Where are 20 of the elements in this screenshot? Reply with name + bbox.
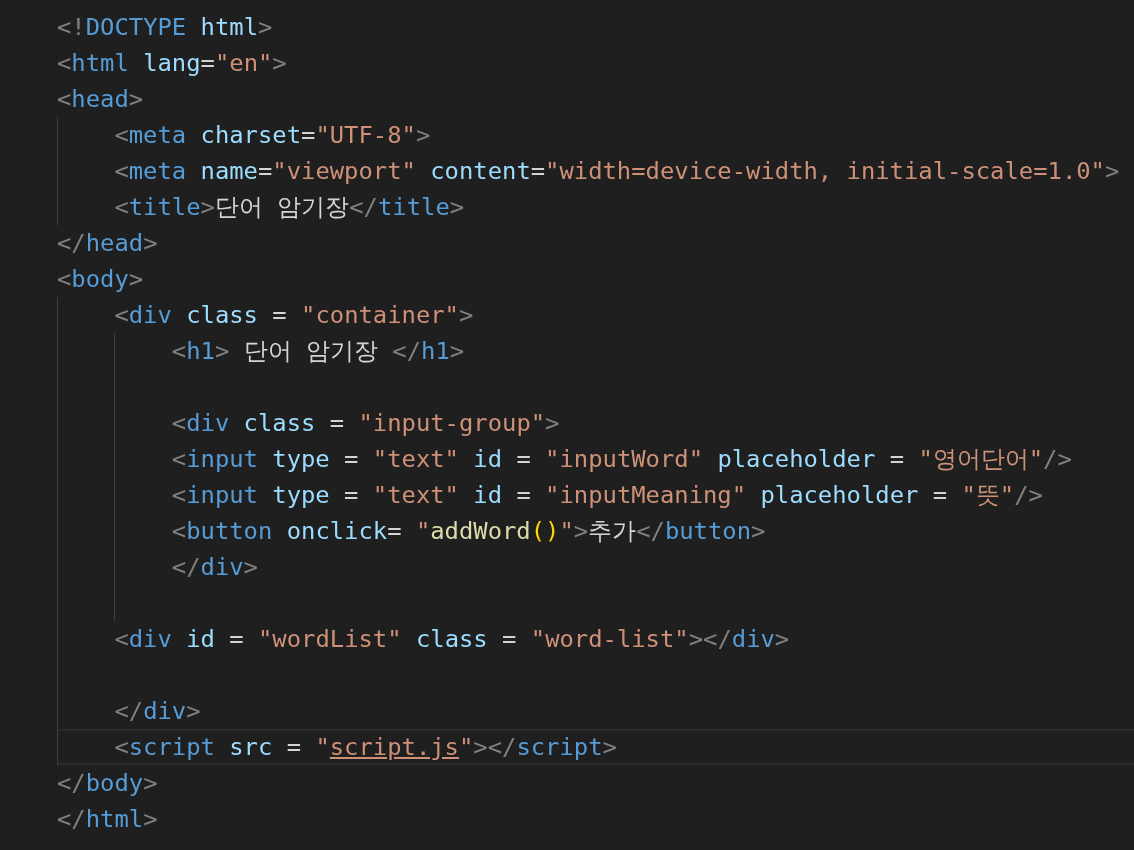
code-line: <div class = "container"> [114,301,474,329]
code-line: </div> [114,697,201,725]
code-line: <!DOCTYPE html> [57,13,273,41]
code-line: <h1> 단어 암기장 </h1> [171,336,465,367]
code-line: <input type = "text" id = "inputWord" placeholder = "영어단어"/> [171,444,1072,475]
code-line: <button onclick= "addWord()">추가</button> [171,516,766,547]
code-line: <meta name="viewport" content="width=device-width, initial-scale=1.0"> [114,157,1120,185]
code-line: </div> [171,553,258,581]
code-line: <head> [57,85,144,113]
code-line: </body> [57,769,158,797]
code-line: <html lang="en"> [57,49,287,77]
code-line: <meta charset="UTF-8"> [114,121,431,149]
code-line: </html> [57,805,158,833]
code-line: <title>단어 암기장</title> [114,192,465,223]
code-line: <div id = "wordList" class = "word-list"></div> [114,625,790,653]
code-line: </head> [57,229,158,257]
code-line: <script src = "script.js"></script> [114,733,617,761]
code-line: <body> [57,265,144,293]
code-line: <div class = "input-group"> [171,409,560,437]
code-line: <input type = "text" id = "inputMeaning" placeholder = "뜻"/> [171,480,1043,511]
